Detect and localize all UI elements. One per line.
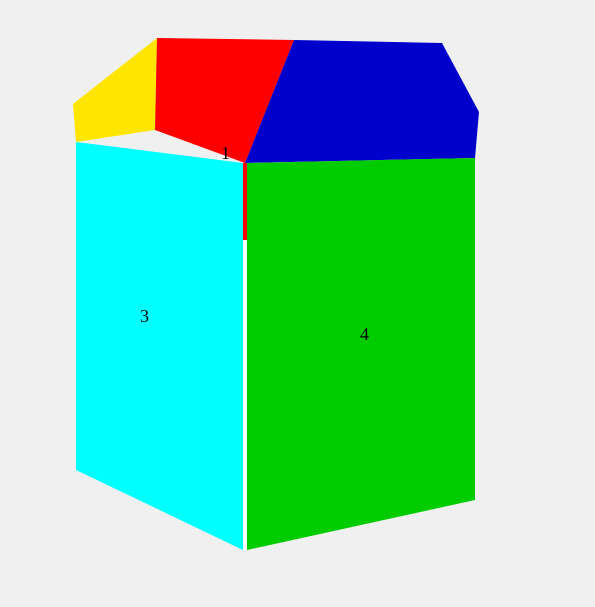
label-top-red: 1 [221,143,230,163]
face-front-left-cyan [76,142,243,550]
label-front-left: 3 [140,306,149,326]
face-front-right-green [247,158,475,550]
label-front-right: 4 [360,324,369,344]
face-top-yellow [73,38,157,142]
hexagonal-prism-diagram: 1 3 4 [0,0,595,607]
